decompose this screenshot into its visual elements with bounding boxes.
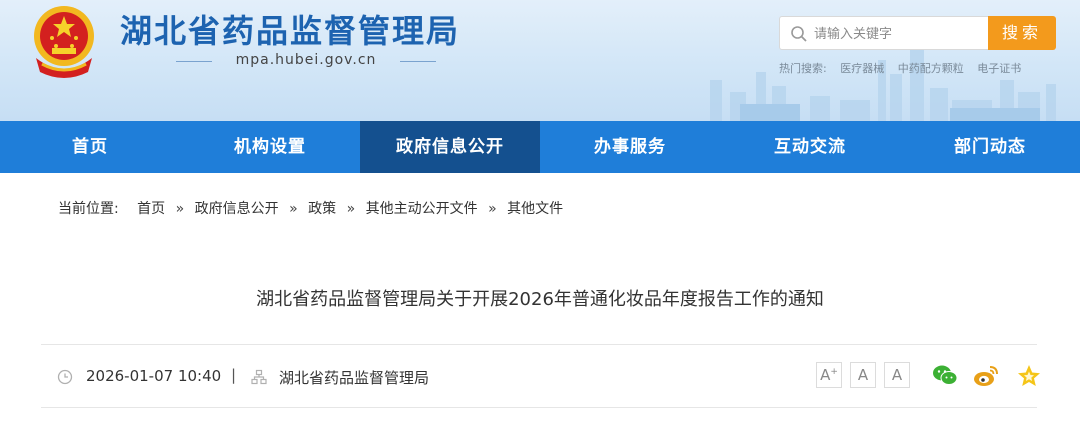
site-url-row: mpa.hubei.gov.cn — [176, 52, 436, 72]
wechat-icon[interactable] — [931, 362, 959, 390]
breadcrumb-item[interactable]: 政府信息公开 — [195, 201, 279, 217]
article-meta-bar: 2026-01-07 10:40 | 湖北省药品监督管理局 A+ A A — [41, 344, 1040, 408]
hot-search-label: 热门搜索: — [779, 62, 827, 75]
breadcrumb-label: 当前位置: — [58, 201, 119, 217]
weibo-icon[interactable] — [972, 362, 1000, 390]
hot-search-link[interactable]: 中药配方颗粒 — [898, 62, 964, 75]
organization-icon — [251, 369, 267, 385]
search-box — [779, 16, 988, 51]
font-size-plus-mark: + — [830, 367, 838, 377]
nav-item-home[interactable]: 首页 — [0, 121, 180, 173]
nav-item-interaction[interactable]: 互动交流 — [720, 121, 900, 173]
site-header: 湖北省药品监督管理局 mpa.hubei.gov.cn 搜索 热门搜索: 医疗器… — [0, 0, 1080, 121]
site-title[interactable]: 湖北省药品监督管理局 — [120, 6, 460, 52]
hot-search-link[interactable]: 医疗器械 — [840, 62, 884, 75]
breadcrumb-separator: » — [289, 201, 298, 217]
breadcrumb-item[interactable]: 其他主动公开文件 — [366, 201, 478, 217]
clock-icon — [57, 369, 73, 385]
nav-item-news[interactable]: 部门动态 — [900, 121, 1080, 173]
nav-item-services[interactable]: 办事服务 — [540, 121, 720, 173]
divider-line — [400, 61, 436, 62]
breadcrumb: 当前位置: 首页 » 政府信息公开 » 政策 » 其他主动公开文件 » 其他文件 — [58, 198, 563, 218]
main-nav: 首页 机构设置 政府信息公开 办事服务 互动交流 部门动态 — [0, 121, 1080, 173]
site-url: mpa.hubei.gov.cn — [235, 52, 377, 68]
search-button[interactable]: 搜索 — [988, 16, 1056, 50]
nav-item-organization[interactable]: 机构设置 — [180, 121, 360, 173]
breadcrumb-separator: » — [175, 201, 185, 217]
national-emblem-icon — [34, 6, 94, 78]
breadcrumb-item[interactable]: 政策 — [308, 201, 336, 217]
favorite-star-icon[interactable] — [1015, 362, 1043, 390]
search-icon — [791, 26, 807, 42]
font-size-glyph: A — [820, 366, 831, 384]
font-size-medium-button[interactable]: A — [850, 362, 876, 388]
breadcrumb-separator: » — [346, 201, 356, 217]
hot-search: 热门搜索: 医疗器械 中药配方颗粒 电子证书 — [779, 60, 1031, 76]
font-size-glyph: A — [891, 366, 903, 384]
font-size-large-button[interactable]: A+ — [816, 362, 842, 388]
publish-source: 湖北省药品监督管理局 — [279, 369, 430, 387]
font-size-glyph: A — [857, 366, 869, 384]
hot-search-link[interactable]: 电子证书 — [977, 62, 1021, 75]
meta-divider: | — [231, 366, 237, 384]
breadcrumb-item[interactable]: 首页 — [137, 201, 165, 217]
publish-date: 2026-01-07 10:40 — [86, 367, 222, 385]
font-size-small-button[interactable]: A — [884, 362, 910, 388]
search-input[interactable] — [812, 17, 986, 51]
breadcrumb-separator: » — [488, 201, 497, 217]
divider-line — [176, 61, 212, 62]
article-title: 湖北省药品监督管理局关于开展2026年普通化妆品年度报告工作的通知 — [256, 289, 824, 310]
nav-item-gov-info[interactable]: 政府信息公开 — [360, 121, 540, 173]
breadcrumb-item[interactable]: 其他文件 — [507, 201, 563, 217]
